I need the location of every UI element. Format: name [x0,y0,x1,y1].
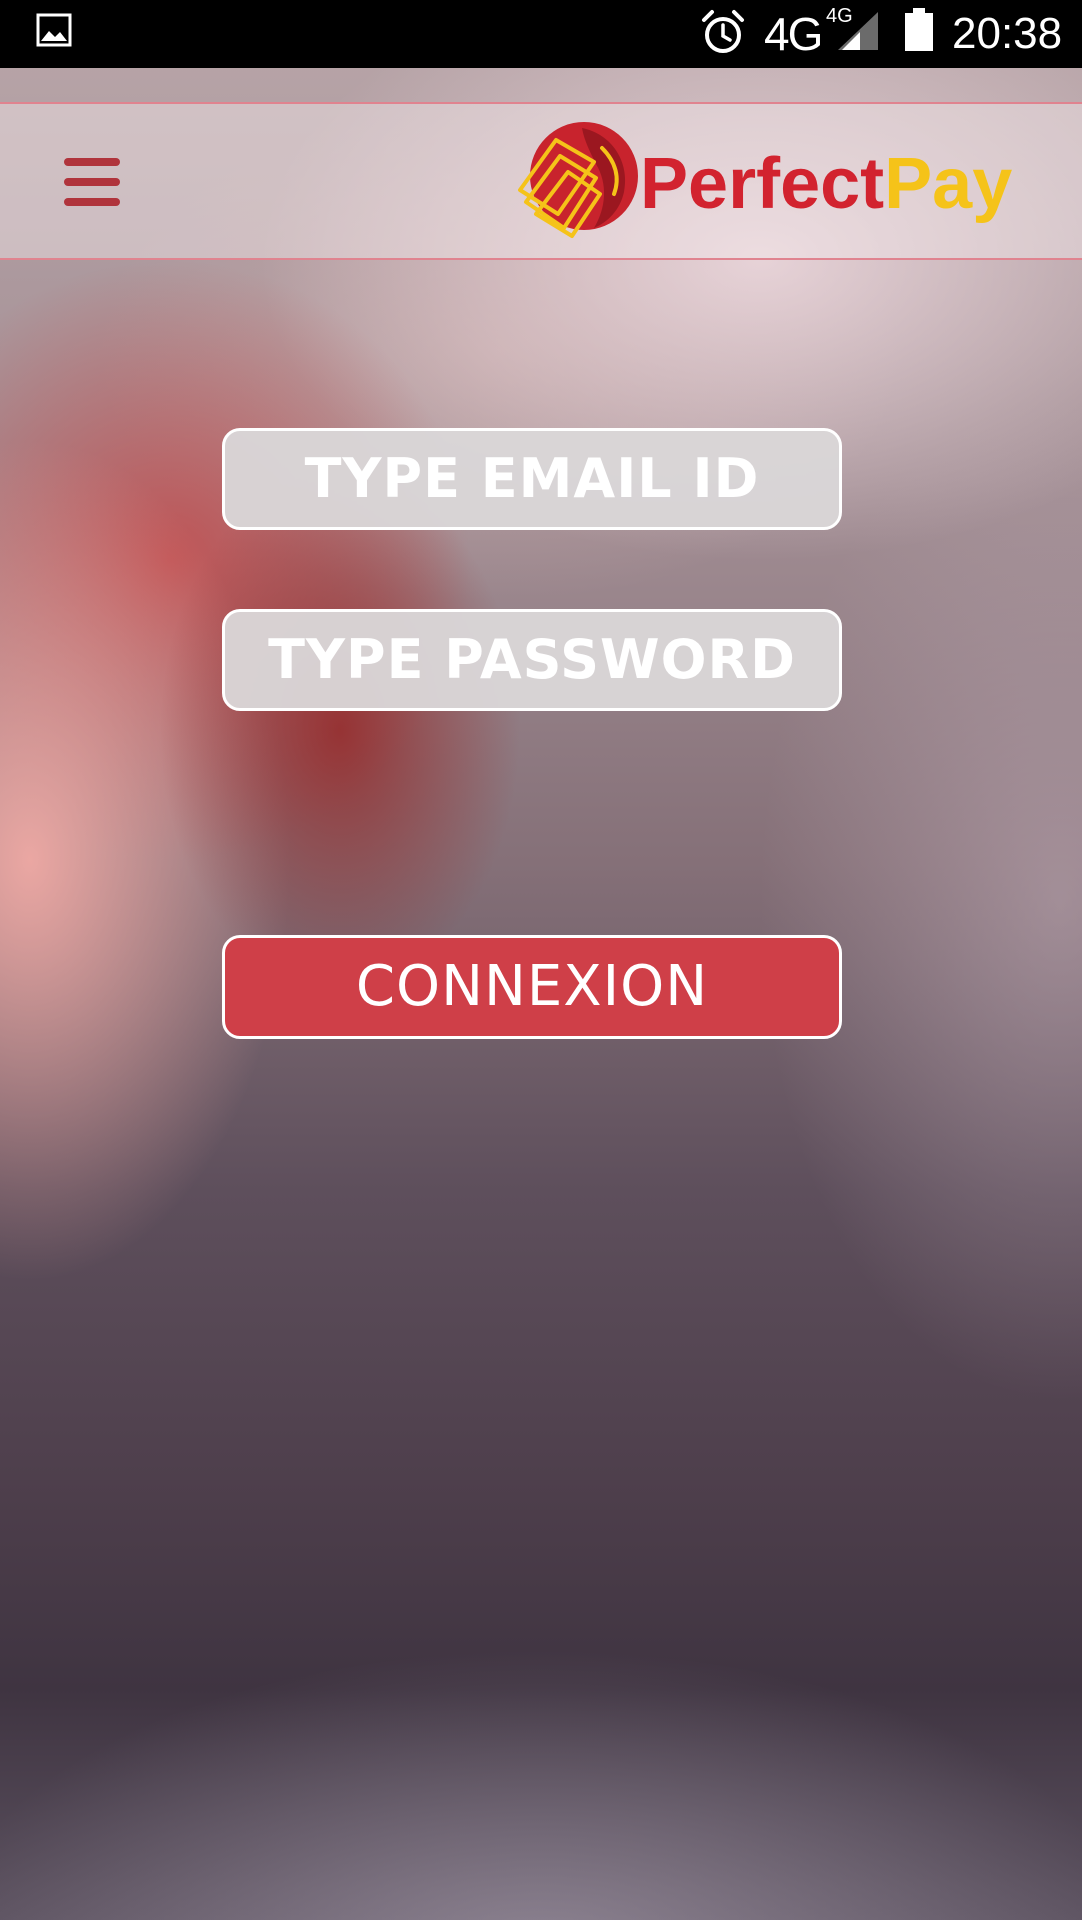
status-bar: 4G 4G 20:38 [0,0,1082,68]
logo-wordmark: PerfectPay [640,142,1012,226]
battery-icon [905,8,933,51]
logo-word-perfect: Perfect [640,144,885,224]
logo-mark-icon [518,122,638,238]
logo-word-pay: Pay [884,144,1013,224]
network-type-label: 4G [764,8,823,60]
connexion-button[interactable]: CONNEXION [222,935,842,1039]
app-bar: PerfectPay [0,102,1082,260]
connexion-button-label: CONNEXION [355,954,709,1019]
password-field[interactable]: TYPE PASSWORD [222,609,842,711]
alarm-icon [702,10,744,53]
email-field[interactable]: TYPE EMAIL ID [222,428,842,530]
clock: 20:38 [952,9,1063,58]
signal-icon [838,12,878,50]
email-field-placeholder: TYPE EMAIL ID [304,447,760,510]
password-field-placeholder: TYPE PASSWORD [268,628,796,691]
gallery-icon [36,13,72,47]
perfectpay-logo: PerfectPay [512,122,1032,242]
menu-button[interactable] [58,152,128,212]
